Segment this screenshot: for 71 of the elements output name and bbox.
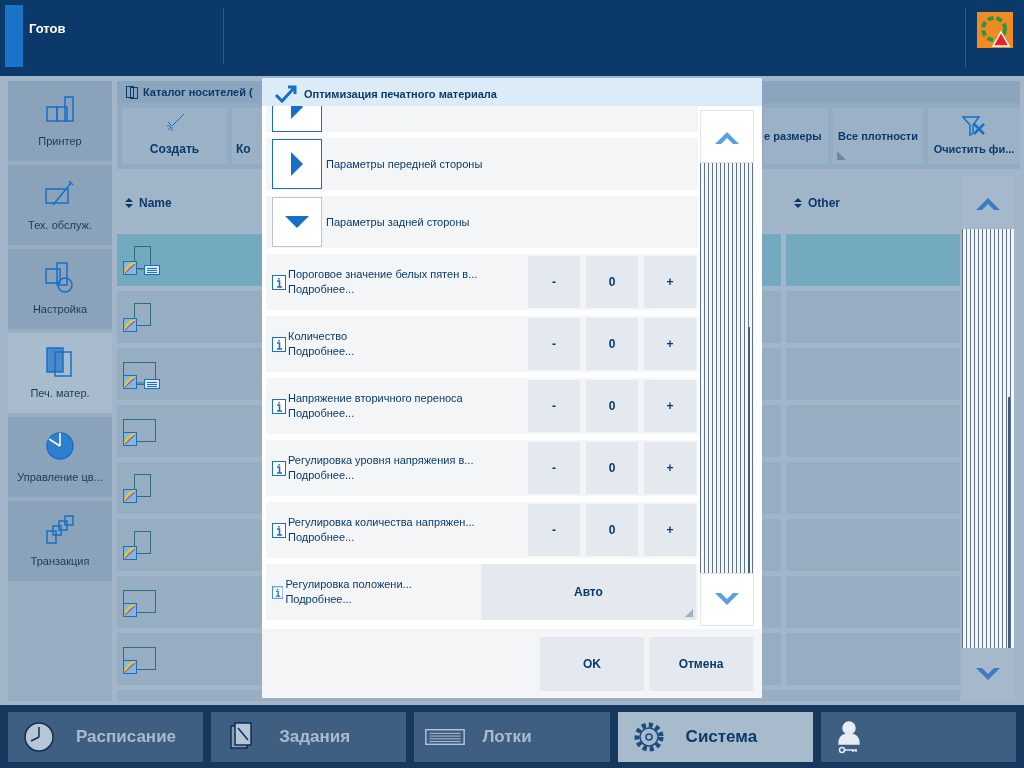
clock-icon [22, 720, 56, 754]
increment-button[interactable]: + [644, 256, 696, 308]
more-link[interactable]: Подробнее... [285, 592, 481, 607]
more-link[interactable]: Подробнее... [288, 530, 528, 545]
increment-button[interactable]: + [644, 504, 696, 556]
toolbar-button[interactable]: е размеры [764, 108, 828, 164]
setting-label: Регулировка уровня напряжения в... [288, 453, 475, 468]
info-icon[interactable] [272, 460, 286, 476]
sidebar-item[interactable]: Транзакция [8, 501, 112, 581]
more-link[interactable]: Подробнее... [288, 282, 528, 297]
dropdown[interactable]: Авто [480, 564, 696, 620]
dialog-title: Оптимизация печатного материала [304, 86, 497, 102]
section-label: Параметры передней стороны [326, 156, 483, 172]
check-arrow-icon [274, 84, 298, 104]
corner-icon [837, 151, 846, 160]
value-field[interactable]: 0 [586, 318, 638, 370]
catalog-title: Каталог носителей ( [143, 84, 253, 100]
toolbar-button[interactable]: Ко [232, 108, 262, 164]
value-field[interactable]: 0 [586, 380, 638, 432]
sort-icon [794, 196, 802, 209]
decrement-button[interactable]: - [528, 380, 580, 432]
info-icon[interactable] [272, 584, 284, 600]
scroll-down-icon [975, 666, 1001, 683]
decrement-button[interactable]: - [528, 442, 580, 494]
toolbar-button[interactable]: Создать [122, 108, 227, 164]
setting-label: Количество [288, 329, 349, 344]
color-warning-icon[interactable] [977, 12, 1013, 48]
media-icon [120, 245, 162, 275]
increment-button[interactable]: + [644, 442, 696, 494]
setting-label: Пороговое значение белых пятен в... [288, 267, 479, 282]
setting-label: Напряжение вторичного переноса [288, 391, 464, 406]
sort-icon [125, 196, 133, 209]
setting-label: Регулировка количества напряжен... [288, 515, 476, 530]
value-field[interactable]: 0 [586, 504, 638, 556]
sheets-icon [125, 85, 139, 99]
info-icon[interactable] [272, 398, 286, 414]
expand-toggle[interactable] [272, 139, 322, 189]
decrement-button[interactable]: - [528, 318, 580, 370]
value-field[interactable]: 0 [586, 256, 638, 308]
toolbar-button[interactable]: Все плотности [833, 108, 923, 164]
clear-filter-icon [961, 114, 987, 137]
info-icon[interactable] [272, 336, 286, 352]
status-indicator [5, 5, 23, 67]
dialog-button[interactable]: OK [540, 636, 644, 691]
decrement-button[interactable]: - [528, 256, 580, 308]
scroll-down-icon [714, 591, 740, 608]
decrement-button[interactable]: - [528, 504, 580, 556]
setting-label: Регулировка положени... [285, 577, 413, 592]
sidebar-item[interactable]: Принтер [8, 81, 112, 161]
section-label: Параметры задней стороны [326, 214, 470, 230]
media-icon [120, 359, 162, 389]
increment-button[interactable]: + [644, 318, 696, 370]
increment-button[interactable]: + [644, 380, 696, 432]
dialog-button[interactable]: Отмена [649, 636, 753, 691]
sidebar-item[interactable]: Настройка [8, 249, 112, 329]
toolbar-button[interactable]: Очистить фи... [928, 108, 1020, 164]
corner-icon [685, 609, 693, 617]
info-icon[interactable] [272, 274, 286, 290]
nav-tab[interactable] [820, 712, 1016, 762]
sidebar-item[interactable]: Печ. матер. [8, 333, 112, 413]
more-link[interactable]: Подробнее... [288, 406, 528, 421]
more-link[interactable]: Подробнее... [288, 468, 528, 483]
sidebar-item[interactable]: Управление цв... [8, 417, 112, 497]
status-text: Готов [29, 21, 66, 36]
sidebar-item[interactable]: Тех. обслуж. [8, 165, 112, 245]
info-icon[interactable] [272, 522, 286, 538]
value-field[interactable]: 0 [586, 442, 638, 494]
nav-tab[interactable]: Система [617, 712, 813, 762]
documents-icon [43, 512, 77, 547]
more-link[interactable]: Подробнее... [288, 344, 528, 359]
expand-toggle[interactable] [272, 197, 322, 247]
